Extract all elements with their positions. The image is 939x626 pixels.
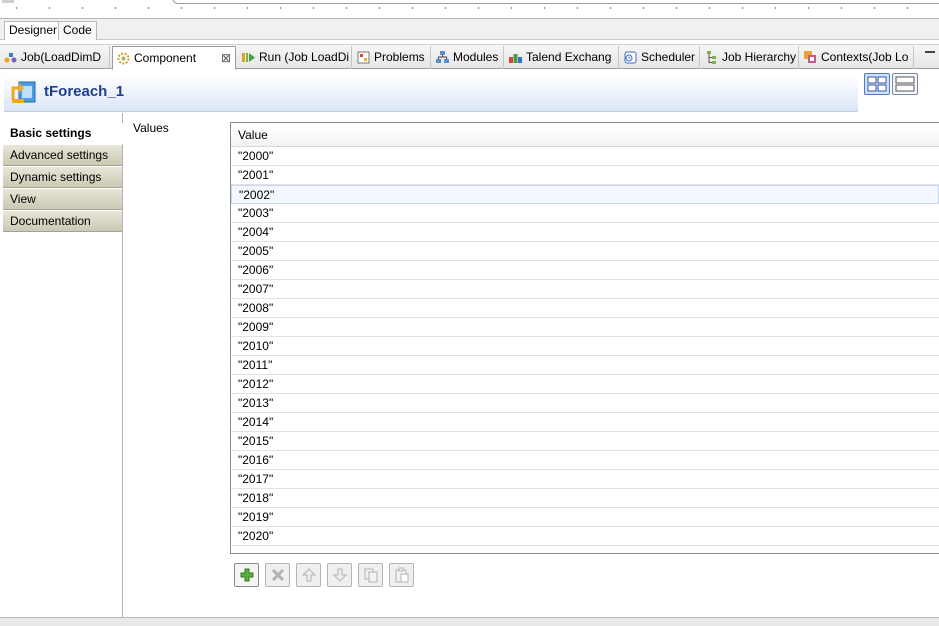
view-tab-strip: Job(LoadDimD Component ⊠ Run (Job LoadDi…	[0, 44, 939, 70]
problems-icon	[357, 51, 370, 64]
tab-code[interactable]: Code	[58, 21, 97, 40]
copy-button[interactable]	[358, 563, 383, 587]
tab-job-hierarchy[interactable]: Job Hierarchy	[701, 46, 799, 69]
designer-canvas-edge	[0, 0, 939, 18]
table-row[interactable]: "2005"	[231, 242, 939, 261]
tab-label: Contexts(Job Lo	[821, 50, 909, 64]
tab-run[interactable]: Run (Job LoadDi	[238, 46, 352, 69]
table-row[interactable]: "2006"	[231, 261, 939, 280]
nav-view[interactable]: View	[3, 189, 122, 210]
paste-icon	[395, 567, 409, 583]
table-row[interactable]: "2020"	[231, 527, 939, 546]
grid-layout-icon	[867, 76, 887, 92]
table-row[interactable]: "2007"	[231, 280, 939, 299]
move-up-button[interactable]	[296, 563, 321, 587]
tab-label: Run (Job LoadDi	[259, 50, 350, 64]
exchange-icon	[509, 54, 522, 63]
table-row[interactable]: "2009"	[231, 318, 939, 337]
tab-contexts[interactable]: Contexts(Job Lo	[800, 46, 914, 69]
table-row[interactable]: "2015"	[231, 432, 939, 451]
layout-list-button[interactable]	[892, 73, 918, 95]
add-button[interactable]	[234, 563, 259, 587]
table-row[interactable]: "2011"	[231, 356, 939, 375]
modules-icon	[436, 51, 449, 63]
table-row[interactable]: "2014"	[231, 413, 939, 432]
job-icon	[4, 53, 17, 63]
close-icon[interactable]: ⊠	[221, 47, 231, 69]
table-row[interactable]: "2010"	[231, 337, 939, 356]
scheduler-icon	[624, 51, 637, 64]
hierarchy-icon	[707, 51, 716, 64]
canvas-panel-edge	[172, 0, 939, 4]
minimize-icon[interactable]	[925, 51, 935, 53]
copy-icon	[364, 568, 378, 583]
run-icon	[242, 53, 255, 62]
component-icon	[117, 52, 130, 65]
tab-designer[interactable]: Designer	[4, 21, 63, 40]
table-row[interactable]: "2018"	[231, 489, 939, 508]
nav-dynamic-settings[interactable]: Dynamic settings	[3, 167, 122, 188]
tab-label: Modules	[453, 50, 499, 64]
component-header: tForeach_1	[4, 74, 858, 112]
nav-documentation[interactable]: Documentation	[3, 211, 122, 232]
values-table[interactable]: Value "2000" "2001" "2002" "2003" "2004" "200…	[230, 122, 939, 554]
values-label: Values	[133, 121, 169, 135]
table-row[interactable]: "2012"	[231, 375, 939, 394]
remove-icon	[271, 568, 285, 582]
nav-advanced-settings[interactable]: Advanced settings	[3, 145, 122, 166]
paste-button[interactable]	[389, 563, 414, 587]
tab-scheduler[interactable]: Scheduler	[620, 46, 700, 69]
table-row[interactable]: "2019"	[231, 508, 939, 527]
table-row[interactable]: "2001"	[231, 166, 939, 185]
table-row[interactable]: "2004"	[231, 223, 939, 242]
canvas-dot-grid	[0, 7, 939, 9]
component-title: tForeach_1	[44, 83, 125, 100]
column-header-value[interactable]: Value	[231, 123, 939, 147]
layout-grid-button[interactable]	[864, 73, 890, 95]
move-up-icon	[301, 568, 317, 582]
table-row[interactable]: "2016"	[231, 451, 939, 470]
tab-problems[interactable]: Problems	[353, 46, 431, 69]
table-row[interactable]: "2002"	[231, 185, 939, 204]
tab-label: Scheduler	[641, 50, 696, 64]
tab-label: Job Hierarchy	[722, 50, 797, 64]
settings-nav: Basic settings Advanced settings Dynamic…	[0, 113, 123, 617]
status-bar	[0, 617, 939, 626]
editor-tab-bar: Designer Code	[0, 18, 939, 40]
canvas-corner	[2, 0, 14, 3]
tab-label: Talend Exchang	[526, 50, 612, 64]
table-row[interactable]: "2003"	[231, 204, 939, 223]
list-layout-icon	[895, 76, 915, 92]
nav-basic-settings[interactable]: Basic settings	[3, 123, 123, 144]
tforeach-icon	[11, 81, 36, 103]
tab-label: Job(LoadDimD	[21, 50, 102, 64]
tab-talend-exchange[interactable]: Talend Exchang	[505, 46, 619, 69]
remove-button[interactable]	[265, 563, 290, 587]
add-icon	[240, 568, 254, 582]
tab-component[interactable]: Component ⊠	[112, 46, 236, 70]
move-down-icon	[332, 568, 348, 582]
tab-label: Problems	[374, 50, 425, 64]
table-row[interactable]: "2000"	[231, 147, 939, 166]
tab-label: Component	[134, 51, 197, 65]
contexts-icon	[804, 51, 816, 63]
tab-job[interactable]: Job(LoadDimD	[0, 46, 110, 69]
table-row[interactable]: "2017"	[231, 470, 939, 489]
move-down-button[interactable]	[327, 563, 352, 587]
table-row[interactable]: "2013"	[231, 394, 939, 413]
tab-modules[interactable]: Modules	[432, 46, 504, 69]
table-row[interactable]: "2008"	[231, 299, 939, 318]
